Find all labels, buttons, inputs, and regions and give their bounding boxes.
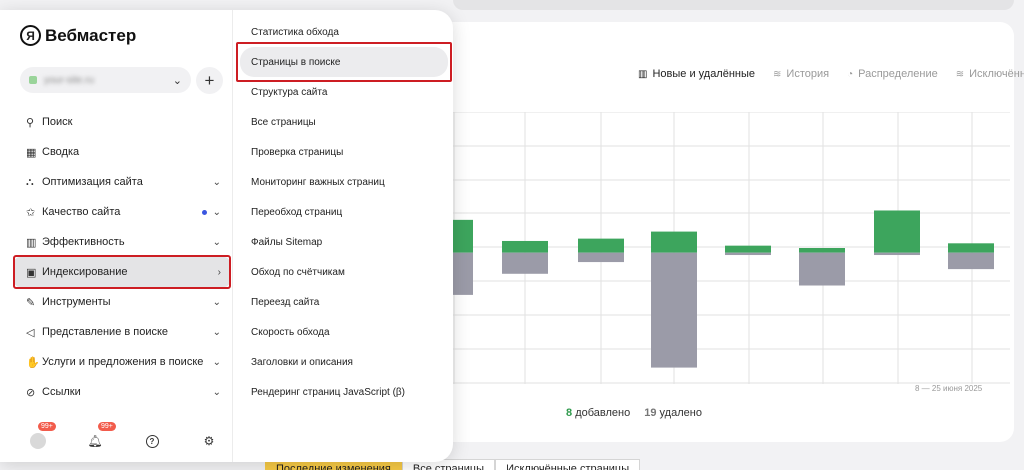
sidebar-item-summary[interactable]: ▦ Сводка bbox=[14, 137, 230, 167]
submenu-item-counter-crawl[interactable]: Обход по счётчикам bbox=[240, 257, 448, 287]
sidebar-item-services[interactable]: ✋ Услуги и предложения в поиске ⌄ bbox=[14, 347, 230, 377]
chart-summary: 8 добавлено 19 удалено bbox=[566, 407, 702, 419]
bar-added-7 bbox=[948, 243, 994, 253]
submenu-item-pages-in-search[interactable]: Страницы в поиске bbox=[236, 42, 452, 82]
gear-icon: ⚙ bbox=[203, 434, 215, 448]
bar-added-6 bbox=[874, 210, 920, 253]
bar-removed-1 bbox=[502, 252, 548, 274]
yandex-logo-icon: Я bbox=[20, 25, 41, 46]
date-range: 8 — 25 июня 2025 bbox=[915, 384, 983, 393]
submenu-item-sitemap-files[interactable]: Файлы Sitemap bbox=[240, 227, 448, 257]
tab-distribution[interactable]: ◔ Распределение bbox=[847, 68, 938, 80]
view-tabs: ▥ Новые и удалённые ≋ История ◔ Распределен… bbox=[638, 68, 1024, 80]
chevron-down-icon: ⌄ bbox=[212, 236, 221, 248]
sidebar-item-links[interactable]: ⊘ Ссылки ⌄ bbox=[14, 377, 230, 407]
notification-dot bbox=[201, 209, 207, 215]
tab-history[interactable]: ≋ История bbox=[773, 68, 829, 80]
link-icon: ⊘ bbox=[26, 386, 36, 399]
bar-removed-7 bbox=[948, 252, 994, 270]
layers-icon: ≋ bbox=[773, 68, 782, 80]
submenu-item-page-check[interactable]: Проверка страницы bbox=[240, 137, 448, 167]
submenu-item-crawl-rate[interactable]: Скорость обхода bbox=[240, 317, 448, 347]
chevron-down-icon: ⌄ bbox=[212, 206, 221, 218]
site-selector[interactable]: your-site.ru ⌄ bbox=[20, 67, 191, 93]
sidebar-item-optimization[interactable]: ⛬ Оптимизация сайта ⌄ bbox=[14, 167, 230, 197]
sidebar-item-tools[interactable]: ✎ Инструменты ⌄ bbox=[14, 287, 230, 317]
sidebar-item-search[interactable]: ⚲ Поиск bbox=[14, 107, 230, 137]
sidebar-nav: ⚲ Поиск ▦ Сводка ⛬ Оптимизация сайта ⌄ ✩… bbox=[13, 107, 231, 407]
search-icon: ⚲ bbox=[26, 116, 35, 129]
avatar bbox=[30, 433, 46, 449]
sitemap-icon: ⛬ bbox=[26, 175, 34, 188]
notifications-badge: 99+ bbox=[98, 422, 116, 431]
hand-icon: ✋ bbox=[26, 356, 40, 369]
bar-added-4 bbox=[725, 245, 771, 253]
panel-divider bbox=[232, 10, 233, 462]
submenu-item-js-rendering[interactable]: Рендеринг страниц JavaScript (β) bbox=[240, 377, 448, 407]
removed-summary: 19 удалено bbox=[644, 407, 702, 419]
bar-added-2 bbox=[578, 238, 624, 253]
dashboard-icon: ▦ bbox=[26, 146, 37, 159]
bar-added-1 bbox=[502, 240, 548, 253]
monitor-icon: ▣ bbox=[26, 266, 37, 279]
bar-removed-3 bbox=[651, 252, 697, 368]
tab-excluded[interactable]: ≋Исключённые bbox=[956, 68, 1024, 80]
sidebar-item-search-appearance[interactable]: ◁ Представление в поиске ⌄ bbox=[14, 317, 230, 347]
profile-badge: 99+ bbox=[38, 422, 56, 431]
bar-removed-6 bbox=[874, 252, 920, 256]
profile-button[interactable]: 99+ bbox=[18, 422, 58, 452]
bar-removed-4 bbox=[725, 252, 771, 256]
submenu-item-important-pages[interactable]: Мониторинг важных страниц bbox=[240, 167, 448, 197]
tab-new-removed[interactable]: ▥ Новые и удалённые bbox=[638, 68, 755, 80]
bell-icon: 🔔︎ bbox=[87, 434, 103, 448]
wrench-icon: ✎ bbox=[26, 296, 36, 309]
added-count: 8 bbox=[566, 407, 573, 419]
bar-removed-5 bbox=[799, 252, 845, 286]
removed-count: 19 bbox=[644, 407, 657, 419]
submenu-item-all-pages[interactable]: Все страницы bbox=[240, 107, 448, 137]
indexing-submenu: Статистика обхода Страницы в поиске Стру… bbox=[236, 17, 452, 407]
app-title: Вебмастер bbox=[45, 25, 137, 45]
bar-chart-icon: ▥ bbox=[26, 236, 37, 249]
submenu-item-recrawl[interactable]: Переобход страниц bbox=[240, 197, 448, 227]
top-bar bbox=[453, 0, 1014, 10]
chevron-down-icon: ⌄ bbox=[212, 296, 221, 308]
bar-removed-2 bbox=[578, 252, 624, 263]
submenu-item-site-structure[interactable]: Структура сайта bbox=[240, 77, 448, 107]
settings-button[interactable]: ⚙ bbox=[189, 430, 229, 452]
pie-chart-icon: ◔ bbox=[847, 68, 854, 80]
added-summary: 8 добавлено bbox=[566, 407, 631, 419]
sidebar-item-efficiency[interactable]: ▥ Эффективность ⌄ bbox=[14, 227, 230, 257]
chevron-down-icon: ⌄ bbox=[212, 356, 221, 368]
layers-icon: ≋ bbox=[955, 68, 965, 80]
submenu-item-site-move[interactable]: Переезд сайта bbox=[240, 287, 448, 317]
submenu-item-titles-descriptions[interactable]: Заголовки и описания bbox=[240, 347, 448, 377]
sidebar-item-indexing[interactable]: ▣ Индексирование › bbox=[13, 255, 231, 289]
chevron-right-icon: › bbox=[217, 266, 221, 278]
help-icon: ? bbox=[145, 434, 159, 448]
sidebar-item-quality[interactable]: ✩ Качество сайта ⌄ bbox=[14, 197, 230, 227]
star-icon: ✩ bbox=[26, 206, 36, 219]
chevron-down-icon: ⌄ bbox=[212, 386, 221, 398]
site-favicon-icon bbox=[29, 76, 37, 84]
tab-excluded-pages[interactable]: Исключённые страницы bbox=[495, 459, 641, 470]
chevron-down-icon: ⌄ bbox=[172, 74, 182, 87]
notifications-button[interactable]: 🔔︎ 99+ bbox=[75, 422, 116, 452]
chevron-down-icon: ⌄ bbox=[212, 326, 221, 338]
bar-added-5 bbox=[799, 248, 845, 253]
navigation-menu-panel: Я Вебмастер your-site.ru ⌄ + ⚲ Поиск ▦ С… bbox=[0, 10, 453, 462]
bar-chart-icon: ▥ bbox=[638, 68, 648, 80]
logo[interactable]: Я Вебмастер bbox=[20, 25, 136, 46]
chevron-down-icon: ⌄ bbox=[212, 176, 221, 188]
pages-change-chart bbox=[420, 112, 1010, 384]
bar-added-3 bbox=[651, 231, 697, 253]
site-name: your-site.ru bbox=[44, 74, 95, 86]
megaphone-icon: ◁ bbox=[26, 326, 35, 339]
help-button[interactable]: ? bbox=[132, 430, 172, 452]
sidebar-footer: 99+ 🔔︎ 99+ ? ⚙ bbox=[18, 422, 246, 452]
add-site-button[interactable]: + bbox=[196, 67, 223, 94]
